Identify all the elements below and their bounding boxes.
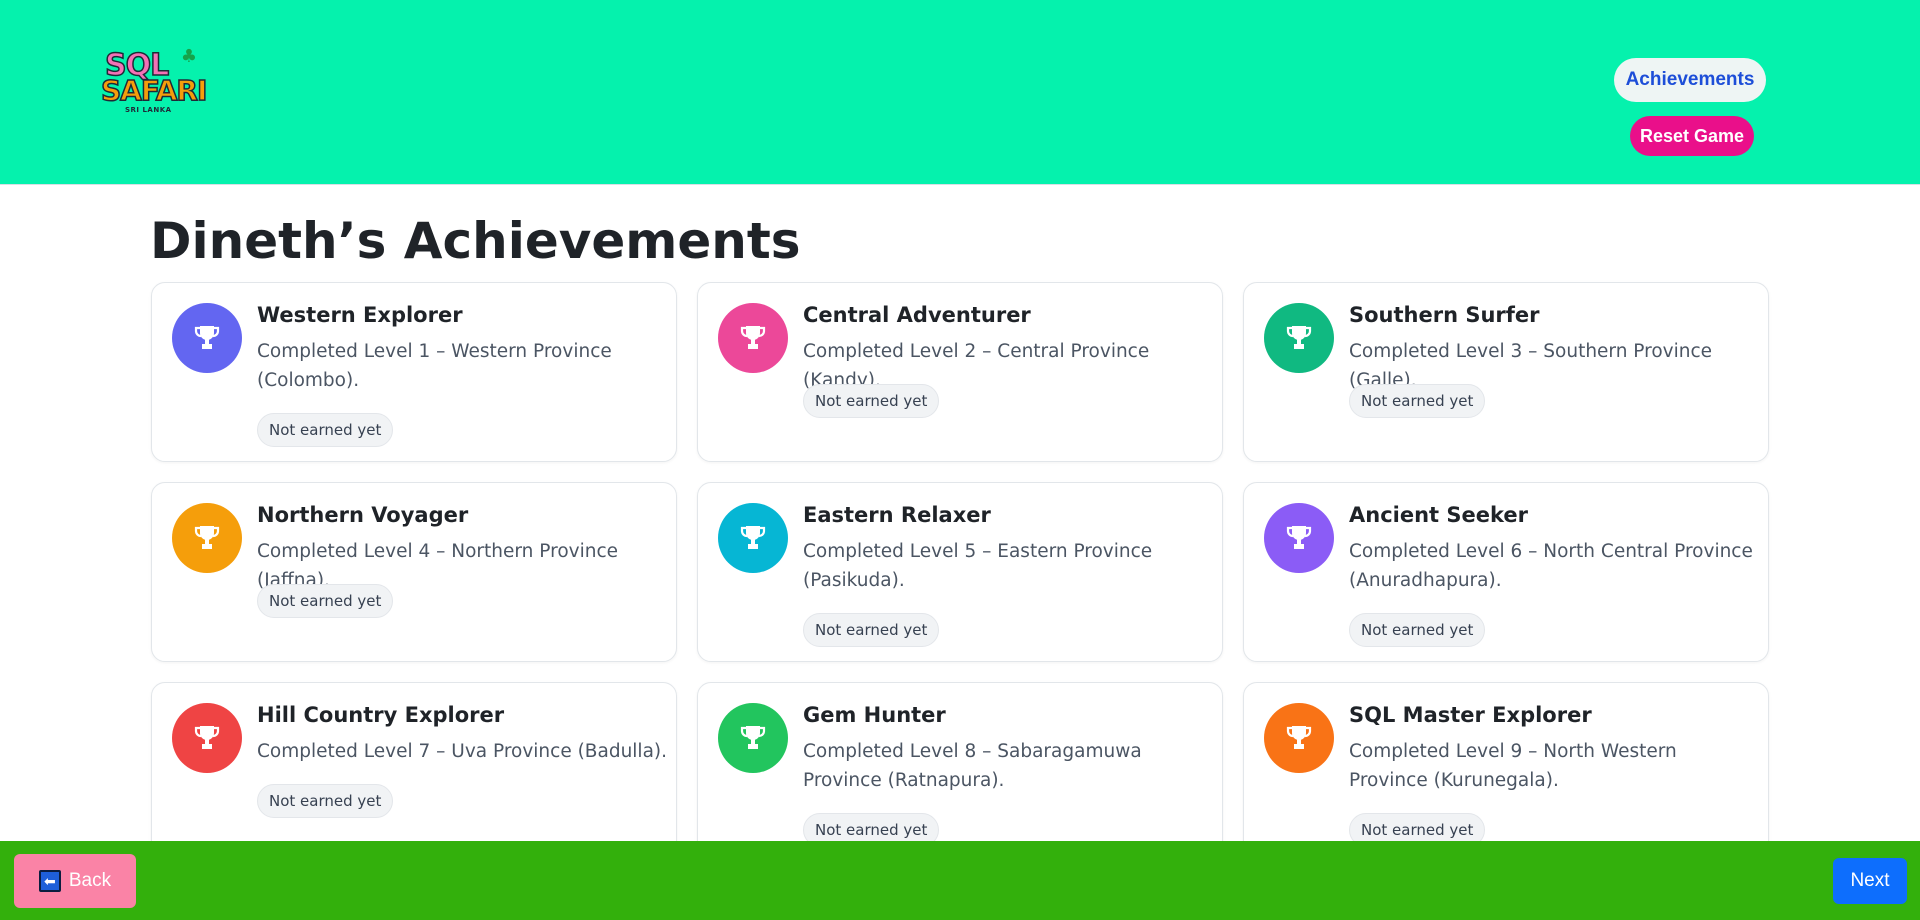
logo-text-safari: SAFARI [100, 73, 208, 108]
trophy-icon [194, 526, 220, 549]
achievement-description: Completed Level 7 – Uva Province (Badull… [257, 741, 668, 762]
back-arrow-icon: ⬅ [38, 870, 61, 892]
top-navbar: SQL ♣ SAFARI SRI LANKA Achievements Rese… [0, 0, 1920, 185]
achievement-badge [1264, 503, 1334, 573]
achievement-title: Hill Country Explorer [257, 703, 505, 727]
sql-safari-logo[interactable]: SQL ♣ SAFARI SRI LANKA [100, 46, 208, 118]
achievement-description: Completed Level 8 – Sabaragamuwa Provinc… [803, 741, 1142, 791]
achievement-status-badge: Not earned yet [803, 613, 940, 647]
achievement-title: Southern Surfer [1349, 303, 1540, 327]
reset-game-button[interactable]: Reset Game [1630, 116, 1754, 156]
achievement-title: Western Explorer [257, 303, 463, 327]
palm-tree-icon: ♣ [180, 46, 197, 67]
achievement-status-badge: Not earned yet [803, 384, 940, 418]
achievement-card: Western Explorer Completed Level 1 – West… [151, 282, 677, 462]
achievement-description: Completed Level 5 – Eastern Province (Pa… [803, 541, 1153, 591]
achievement-title: SQL Master Explorer [1349, 703, 1592, 727]
achievement-badge [172, 703, 242, 773]
achievement-badge [172, 303, 242, 373]
achievement-badge [718, 703, 788, 773]
achievement-badge [718, 303, 788, 373]
next-button[interactable]: Next [1833, 858, 1907, 904]
page-title: Dineth’s Achievements [150, 212, 801, 270]
logo-text-sri-lanka: SRI LANKA [125, 106, 172, 114]
achievement-description: Completed Level 6 – North Central Provin… [1349, 541, 1753, 591]
achievement-description: Completed Level 9 – North Western Provin… [1349, 741, 1677, 791]
trophy-icon [194, 726, 220, 749]
achievement-title: Ancient Seeker [1349, 503, 1529, 527]
achievement-card: Ancient Seeker Completed Level 6 – North … [1243, 482, 1769, 662]
achievement-badge [718, 503, 788, 573]
achievement-card: Hill Country Explorer Completed Level 7 –… [151, 682, 677, 862]
achievement-status-badge: Not earned yet [1349, 613, 1486, 647]
achievements-button[interactable]: Achievements [1614, 58, 1766, 102]
back-button[interactable]: ⬅ Back [14, 854, 136, 908]
trophy-icon [194, 326, 220, 349]
achievement-card: Gem Hunter Completed Level 8 – Sabaragamu… [697, 682, 1223, 862]
achievement-status-badge: Not earned yet [257, 784, 394, 818]
achievement-title: Eastern Relaxer [803, 503, 991, 527]
trophy-icon [740, 326, 766, 349]
achievement-badge [172, 503, 242, 573]
achievement-card: Northern Voyager Completed Level 4 – Nort… [151, 482, 677, 662]
achievement-card: Central Adventurer Completed Level 2 – Ce… [697, 282, 1223, 462]
achievement-badge [1264, 703, 1334, 773]
achievement-title: Central Adventurer [803, 303, 1031, 327]
achievement-title: Northern Voyager [257, 503, 469, 527]
achievement-status-badge: Not earned yet [1349, 384, 1486, 418]
achievement-card: Eastern Relaxer Completed Level 5 – Easte… [697, 482, 1223, 662]
trophy-icon [1286, 526, 1312, 549]
achievement-card: Southern Surfer Completed Level 3 – South… [1243, 282, 1769, 462]
achievement-card: SQL Master Explorer Completed Level 9 – N… [1243, 682, 1769, 862]
achievement-description: Completed Level 1 – Western Province (Co… [257, 341, 612, 391]
trophy-icon [1286, 326, 1312, 349]
trophy-icon [740, 726, 766, 749]
bottom-navbar: ⬅ Back Next [0, 841, 1920, 920]
achievement-title: Gem Hunter [803, 703, 946, 727]
achievement-status-badge: Not earned yet [257, 584, 394, 618]
achievement-badge [1264, 303, 1334, 373]
trophy-icon [740, 526, 766, 549]
achievement-status-badge: Not earned yet [257, 413, 394, 447]
back-button-label: Back [68, 870, 112, 891]
trophy-icon [1286, 726, 1312, 749]
